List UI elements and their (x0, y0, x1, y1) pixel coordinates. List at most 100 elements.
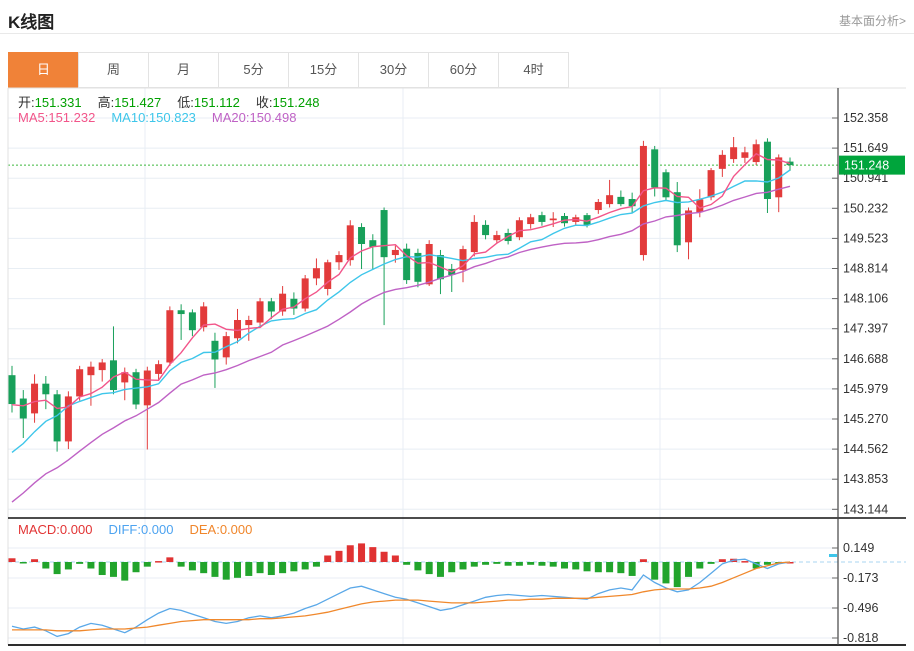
candle-body (245, 319, 253, 326)
macd-bar (707, 562, 715, 564)
macd-bar (279, 562, 287, 574)
macd-bar (121, 562, 129, 581)
candle-body (493, 235, 501, 241)
candle-body (64, 396, 72, 442)
candle-body (741, 152, 749, 158)
macd-bar (673, 562, 681, 588)
macd-bar (538, 562, 546, 566)
macd-bar (166, 557, 174, 562)
macd-bar (358, 543, 366, 562)
candle-body (301, 278, 309, 309)
macd-bar (188, 562, 196, 571)
macd-bar (346, 545, 354, 562)
last-price-badge-text: 151.248 (844, 159, 889, 173)
candle-body (19, 398, 27, 419)
macd-bar (436, 562, 444, 577)
macd-bar (369, 547, 377, 562)
price-axis-label: 143.144 (843, 502, 888, 516)
candle-body (380, 210, 388, 258)
candle-body (482, 224, 490, 236)
macd-bar (76, 562, 84, 564)
candle-body (8, 375, 16, 405)
legend-pair: 低:151.112 (177, 95, 240, 110)
macd-bar (211, 562, 219, 577)
macd-bar (718, 559, 726, 562)
candle-body (470, 221, 478, 253)
candle-body (707, 170, 715, 198)
macd-bar (8, 558, 16, 562)
macd-bar (256, 562, 264, 574)
candle-body (527, 217, 535, 225)
price-axis-label: 145.979 (843, 382, 888, 396)
macd-bar (301, 562, 309, 570)
macd-bar (414, 562, 422, 571)
legend-pair: MA5:151.232 (18, 110, 96, 125)
price-axis-label: 143.853 (843, 472, 888, 486)
dea-line (12, 561, 791, 632)
price-axis-label: 149.523 (843, 231, 888, 245)
macd-bar (639, 559, 647, 562)
legend-pair: 收:151.248 (255, 95, 320, 110)
macd-bar (527, 562, 535, 565)
kline-page: K线图 基本面分析> 日周月 5分 15分 30分 60分 4时 152.358 151.6… (0, 0, 914, 651)
candle-body (267, 301, 275, 312)
candle-body (234, 319, 242, 339)
ma-legend: MA5:151.232 MA10:150.823 MA20:150.498 (18, 110, 313, 125)
candle-body (76, 369, 84, 397)
macd-bar (234, 562, 242, 578)
macd-bar (19, 562, 27, 564)
macd-bar (312, 562, 320, 567)
ma20-line (11, 185, 791, 503)
macd-bar (459, 562, 467, 570)
macd-bar (504, 562, 512, 566)
macd-bar (572, 562, 580, 570)
candle-body (730, 147, 738, 160)
macd-bar (583, 562, 591, 572)
price-axis-label: 147.397 (843, 322, 888, 336)
candle-body (685, 210, 693, 243)
macd-bar (425, 562, 433, 575)
candle-body (53, 394, 61, 442)
macd-bar (448, 562, 456, 573)
price-axis-label: 150.232 (843, 201, 888, 215)
macd-bar (763, 562, 771, 565)
macd-bar (31, 559, 39, 562)
candle-body (256, 301, 264, 323)
legend-pair: DIFF:0.000 (108, 522, 174, 537)
candle-body (166, 310, 174, 363)
macd-bar (222, 562, 230, 580)
legend-pair: DEA:0.000 (189, 522, 253, 537)
macd-bar (200, 562, 208, 574)
price-axis-label: 146.688 (843, 352, 888, 366)
macd-axis-label: -0.173 (843, 571, 878, 585)
candle-body (358, 227, 366, 245)
macd-bar (594, 562, 602, 573)
candle-body (200, 306, 208, 328)
macd-bar (177, 562, 185, 567)
ma5-line (11, 152, 791, 410)
candle-body (617, 196, 625, 205)
macd-bar (267, 562, 275, 576)
macd-bar (617, 562, 625, 574)
candle-body (143, 370, 151, 406)
legend-pair: MA20:150.498 (211, 110, 297, 125)
macd-bar (155, 561, 163, 563)
legend-pair: 开:151.331 (18, 95, 82, 110)
price-axis-label: 144.562 (843, 442, 888, 456)
candle-body (391, 249, 399, 256)
candle-body (639, 145, 647, 256)
candle-body (42, 383, 50, 395)
candle-body (346, 225, 354, 261)
candle-body (98, 362, 106, 371)
macd-bar (391, 555, 399, 562)
macd-bar (53, 562, 61, 575)
macd-bar (324, 555, 332, 562)
candle-body (606, 195, 614, 205)
candle-body (211, 340, 219, 360)
macd-bar (482, 562, 490, 565)
macd-bar (132, 562, 140, 573)
macd-bar (685, 562, 693, 577)
candle-body (515, 220, 523, 238)
legend-pair: MA10:150.823 (111, 110, 196, 125)
macd-bar (470, 562, 478, 567)
